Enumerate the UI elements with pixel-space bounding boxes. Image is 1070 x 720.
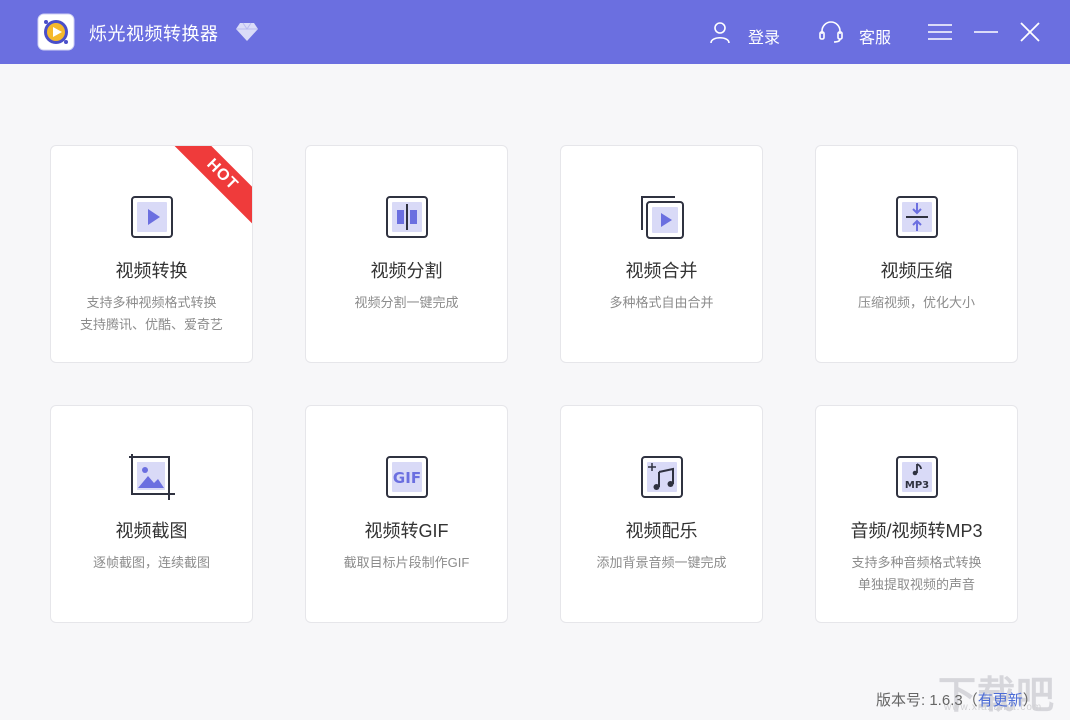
card-desc-line: 支持多种视频格式转换 [51,292,252,314]
merge-icon [639,194,685,240]
card-video-to-gif[interactable]: GIF 视频转GIF 截取目标片段制作GIF [305,405,508,623]
card-title: 视频合并 [561,257,762,283]
headset-icon[interactable] [818,20,844,44]
card-description: 逐帧截图，连续截图 [51,552,252,574]
card-desc-line: 视频分割一键完成 [306,292,507,314]
card-description: 支持多种音频格式转换 单独提取视频的声音 [816,552,1017,596]
version-info: 版本号: 1.6.3（有更新） [876,689,1038,710]
hot-badge: HOT [172,145,253,225]
card-description: 多种格式自由合并 [561,292,762,314]
card-desc-line: 单独提取视频的声音 [816,574,1017,596]
screenshot-crop-icon [129,454,175,500]
card-video-merge[interactable]: 视频合并 多种格式自由合并 [560,145,763,363]
card-description: 视频分割一键完成 [306,292,507,314]
update-close-paren: ） [1023,692,1038,709]
card-video-music[interactable]: 视频配乐 添加背景音频一键完成 [560,405,763,623]
card-desc-line: 多种格式自由合并 [561,292,762,314]
card-desc-line: 截取目标片段制作GIF [306,552,507,574]
gif-icon: GIF [384,454,430,500]
card-video-compress[interactable]: 视频压缩 压缩视频，优化大小 [815,145,1018,363]
version-number: 1.6.3 [929,692,962,709]
music-add-icon [639,454,685,500]
minimize-icon[interactable] [973,22,999,42]
card-desc-line: 支持腾讯、优酷、爱奇艺 [51,314,252,336]
gif-icon-text: GIF [393,469,421,487]
card-desc-line: 压缩视频，优化大小 [816,292,1017,314]
update-open-paren: （ [963,692,978,709]
split-icon [384,194,430,240]
card-title: 音频/视频转MP3 [816,517,1017,543]
user-icon[interactable] [708,20,732,44]
card-audio-to-mp3[interactable]: MP3 音频/视频转MP3 支持多种音频格式转换 单独提取视频的声音 [815,405,1018,623]
card-description: 压缩视频，优化大小 [816,292,1017,314]
card-desc-line: 逐帧截图，连续截图 [51,552,252,574]
title-bar: 烁光视频转换器 登录 客服 [0,0,1070,64]
menu-icon[interactable] [927,22,953,42]
app-logo-icon [37,13,75,51]
mp3-icon-text: MP3 [905,480,929,491]
card-description: 截取目标片段制作GIF [306,552,507,574]
card-video-convert[interactable]: HOT 视频转换 支持多种视频格式转换 支持腾讯、优酷、爱奇艺 [50,145,253,363]
diamond-icon[interactable] [235,22,259,42]
card-title: 视频分割 [306,257,507,283]
card-video-split[interactable]: 视频分割 视频分割一键完成 [305,145,508,363]
card-desc-line: 添加背景音频一键完成 [561,552,762,574]
card-title: 视频配乐 [561,517,762,543]
card-title: 视频截图 [51,517,252,543]
mp3-icon: MP3 [894,454,940,500]
version-prefix: 版本号: [876,692,929,709]
video-play-icon [129,194,175,240]
login-button[interactable]: 登录 [748,24,780,48]
close-icon[interactable] [1019,21,1041,43]
card-description: 支持多种视频格式转换 支持腾讯、优酷、爱奇艺 [51,292,252,336]
update-link[interactable]: 有更新 [978,692,1023,709]
compress-icon [894,194,940,240]
card-desc-line: 支持多种音频格式转换 [816,552,1017,574]
card-description: 添加背景音频一键完成 [561,552,762,574]
card-title: 视频压缩 [816,257,1017,283]
customer-service-button[interactable]: 客服 [859,24,891,48]
app-title: 烁光视频转换器 [89,20,219,46]
card-title: 视频转GIF [306,517,507,543]
card-title: 视频转换 [51,257,252,283]
card-video-screenshot[interactable]: 视频截图 逐帧截图，连续截图 [50,405,253,623]
